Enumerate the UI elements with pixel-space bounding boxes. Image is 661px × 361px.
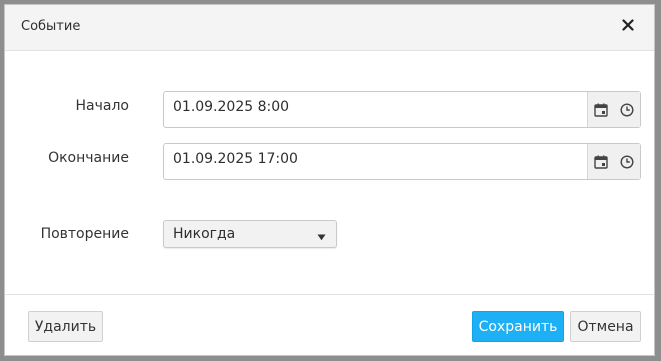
start-datetime-value[interactable]: 01.09.2025 8:00 xyxy=(173,99,289,115)
dialog-title: Событие xyxy=(21,19,81,34)
start-label: Начало xyxy=(75,98,129,114)
end-label: Окончание xyxy=(48,150,129,166)
end-picker-buttons xyxy=(587,144,640,179)
calendar-icon[interactable] xyxy=(588,92,614,127)
save-button[interactable]: Сохранить xyxy=(472,311,564,342)
chevron-down-icon xyxy=(317,229,326,245)
dialog-titlebar: Событие xyxy=(5,5,654,51)
event-dialog: Событие Начало 01.09.2025 8:00 Окончание… xyxy=(4,4,655,356)
clock-icon[interactable] xyxy=(614,144,640,179)
close-icon[interactable] xyxy=(618,15,638,35)
delete-button[interactable]: Удалить xyxy=(28,311,103,342)
repeat-select[interactable]: Никогда xyxy=(163,220,337,248)
start-datetime-field[interactable]: 01.09.2025 8:00 xyxy=(163,91,641,128)
repeat-label: Повторение xyxy=(40,226,129,242)
repeat-select-value: Никогда xyxy=(173,226,236,242)
calendar-icon[interactable] xyxy=(588,144,614,179)
cancel-button[interactable]: Отмена xyxy=(570,311,641,342)
footer-divider xyxy=(5,294,654,295)
clock-icon[interactable] xyxy=(614,92,640,127)
end-datetime-value[interactable]: 01.09.2025 17:00 xyxy=(173,151,298,167)
end-datetime-field[interactable]: 01.09.2025 17:00 xyxy=(163,143,641,180)
start-picker-buttons xyxy=(587,92,640,127)
